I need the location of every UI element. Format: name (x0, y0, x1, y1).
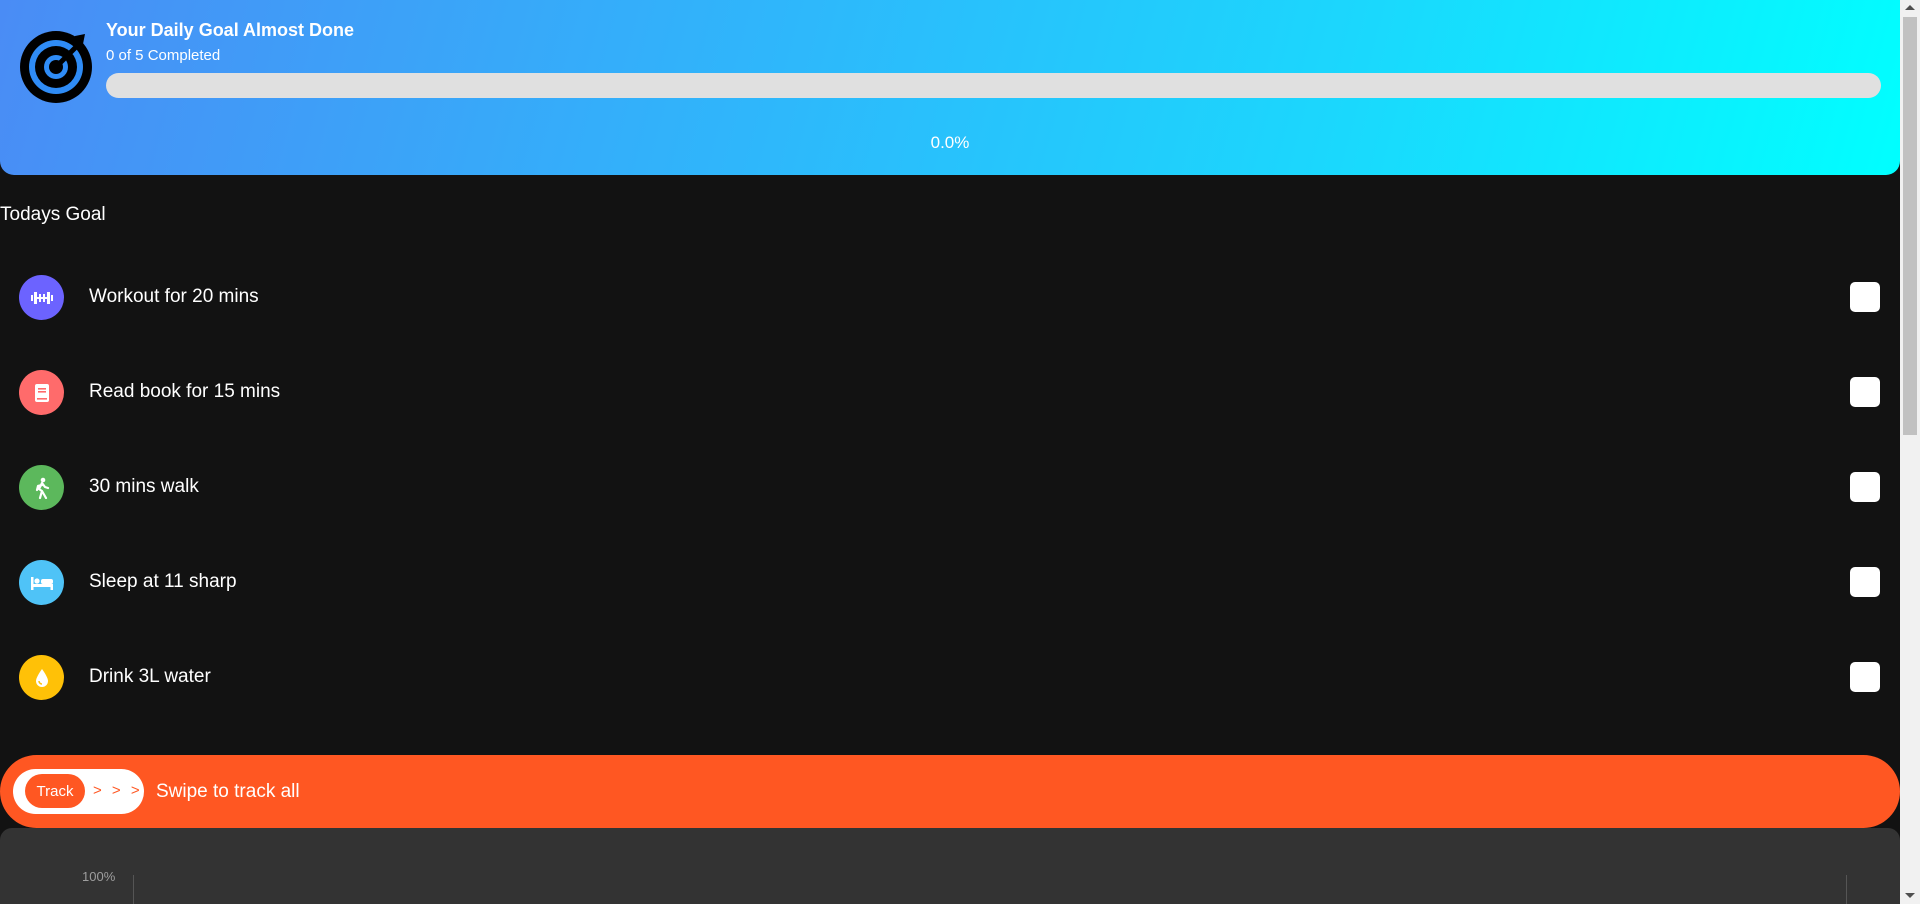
book-icon (34, 383, 49, 402)
book-icon-badge (19, 370, 64, 415)
completed-count: 0 of 5 Completed (106, 47, 221, 64)
swipe-hint: Swipe to track all (156, 781, 300, 802)
y-axis-tick: 100% (82, 869, 116, 884)
vertical-scrollbar[interactable] (1900, 0, 1920, 904)
goal-checkbox[interactable] (1850, 282, 1880, 312)
page: Your Daily Goal Almost Done 0 of 5 Compl… (0, 0, 1900, 904)
goal-label: 30 mins walk (89, 476, 199, 497)
goal-checkbox[interactable] (1850, 472, 1880, 502)
scroll-up-arrow-icon[interactable] (1905, 5, 1915, 10)
goal-item: Sleep at 11 sharp (0, 552, 1900, 612)
goal-checkbox[interactable] (1850, 567, 1880, 597)
walk-icon-badge (19, 465, 64, 510)
target-icon (20, 31, 92, 103)
swipe-handle[interactable]: Track > > > (13, 769, 144, 814)
dumbbell-icon (30, 291, 53, 304)
scroll-thumb[interactable] (1903, 17, 1917, 435)
swipe-arrows-icon: > > > (93, 782, 143, 799)
goal-item: 30 mins walk (0, 457, 1900, 517)
bed-icon-badge (19, 560, 64, 605)
dumbbell-icon-badge (19, 275, 64, 320)
chart-border (1846, 875, 1847, 904)
section-title: Todays Goal (0, 204, 106, 225)
goal-label: Workout for 20 mins (89, 286, 259, 307)
goal-checkbox[interactable] (1850, 377, 1880, 407)
goal-checkbox[interactable] (1850, 662, 1880, 692)
daily-progress-bar (106, 73, 1881, 98)
daily-goal-header: Your Daily Goal Almost Done 0 of 5 Compl… (0, 0, 1900, 175)
header-title: Your Daily Goal Almost Done (106, 20, 355, 40)
goal-label: Read book for 15 mins (89, 381, 281, 402)
water-drop-icon (35, 668, 48, 687)
goal-label: Drink 3L water (89, 666, 211, 687)
walk-icon (35, 477, 49, 499)
bed-icon (30, 576, 53, 590)
goal-item: Read book for 15 mins (0, 362, 1900, 422)
track-button[interactable]: Track (25, 774, 85, 808)
y-axis-line (133, 875, 134, 904)
scroll-down-arrow-icon[interactable] (1905, 893, 1915, 898)
progress-chart: 100% (0, 828, 1900, 904)
water-drop-icon-badge (19, 655, 64, 700)
swipe-to-track-bar[interactable]: Track > > > Swipe to track all (0, 755, 1900, 828)
progress-percent: 0.0% (930, 133, 970, 152)
goal-label: Sleep at 11 sharp (89, 571, 237, 592)
goal-item: Workout for 20 mins (0, 267, 1900, 327)
goal-item: Drink 3L water (0, 647, 1900, 707)
